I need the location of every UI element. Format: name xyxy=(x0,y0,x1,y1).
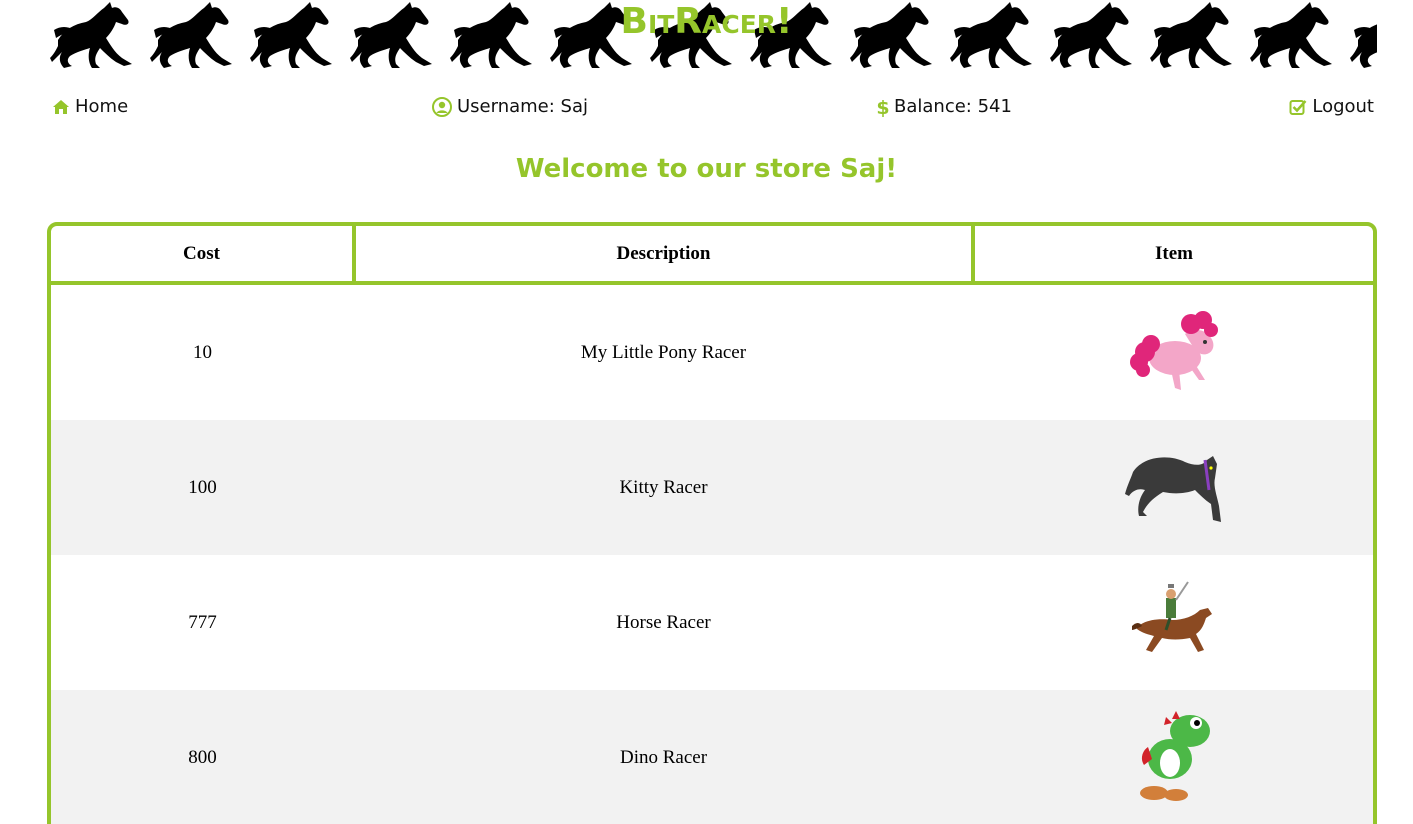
nav-balance-label: Balance: 541 xyxy=(894,96,1012,117)
black-panther-icon[interactable] xyxy=(1123,442,1223,534)
header-description: Description xyxy=(354,226,975,285)
row-description: Kitty Racer xyxy=(354,420,973,555)
nav-username-label: Username: Saj xyxy=(457,96,589,117)
row-description: My Little Pony Racer xyxy=(580,341,747,363)
welcome-heading: Welcome to our store Saj! xyxy=(515,154,898,184)
table-header-row: Cost Description Item xyxy=(51,226,1373,285)
header-cost: Cost xyxy=(51,226,356,285)
header-item: Item xyxy=(973,226,1373,285)
home-icon xyxy=(52,99,70,115)
top-nav: Home Username: Saj $ Balance: 541 Logout xyxy=(52,94,1374,120)
check-square-icon xyxy=(1289,98,1307,116)
row-description: Dino Racer xyxy=(354,690,973,824)
user-circle-icon xyxy=(432,97,452,117)
green-dino-icon[interactable] xyxy=(1130,707,1216,809)
table-row[interactable]: 800 Dino Racer xyxy=(51,690,1373,824)
row-cost: 10 xyxy=(193,341,212,363)
nav-logout-label: Logout xyxy=(1312,96,1374,117)
table-row[interactable]: 10 My Little Pony Racer xyxy=(51,283,1373,420)
store-table: Cost Description Item 10 My Little Pony … xyxy=(47,222,1377,824)
dollar-icon: $ xyxy=(877,97,889,117)
nav-home-label: Home xyxy=(75,96,129,117)
svg-text:$: $ xyxy=(877,97,889,117)
row-item[interactable] xyxy=(973,555,1373,690)
row-item[interactable] xyxy=(973,690,1373,824)
row-description: Horse Racer xyxy=(616,611,711,633)
brand-logo[interactable]: BitRacer! xyxy=(0,0,1413,44)
row-cost: 777 xyxy=(188,611,217,633)
table-row[interactable]: 100 Kitty Racer xyxy=(51,420,1373,555)
nav-balance: $ Balance: 541 xyxy=(877,94,1012,120)
nav-logout-link[interactable]: Logout xyxy=(1289,94,1374,120)
nav-home-link[interactable]: Home xyxy=(52,94,128,120)
row-cost: 800 xyxy=(51,690,354,824)
store-page: BitRacer! Home Username: Saj $ Balance: … xyxy=(0,0,1413,824)
row-item[interactable] xyxy=(973,283,1373,420)
table-row[interactable]: 777 Horse Racer xyxy=(51,555,1373,690)
nav-username: Username: Saj xyxy=(432,94,588,120)
row-item[interactable] xyxy=(973,420,1373,555)
horse-rider-icon[interactable] xyxy=(1130,580,1216,666)
row-cost: 100 xyxy=(51,420,354,555)
pink-pony-icon[interactable] xyxy=(1125,308,1221,398)
